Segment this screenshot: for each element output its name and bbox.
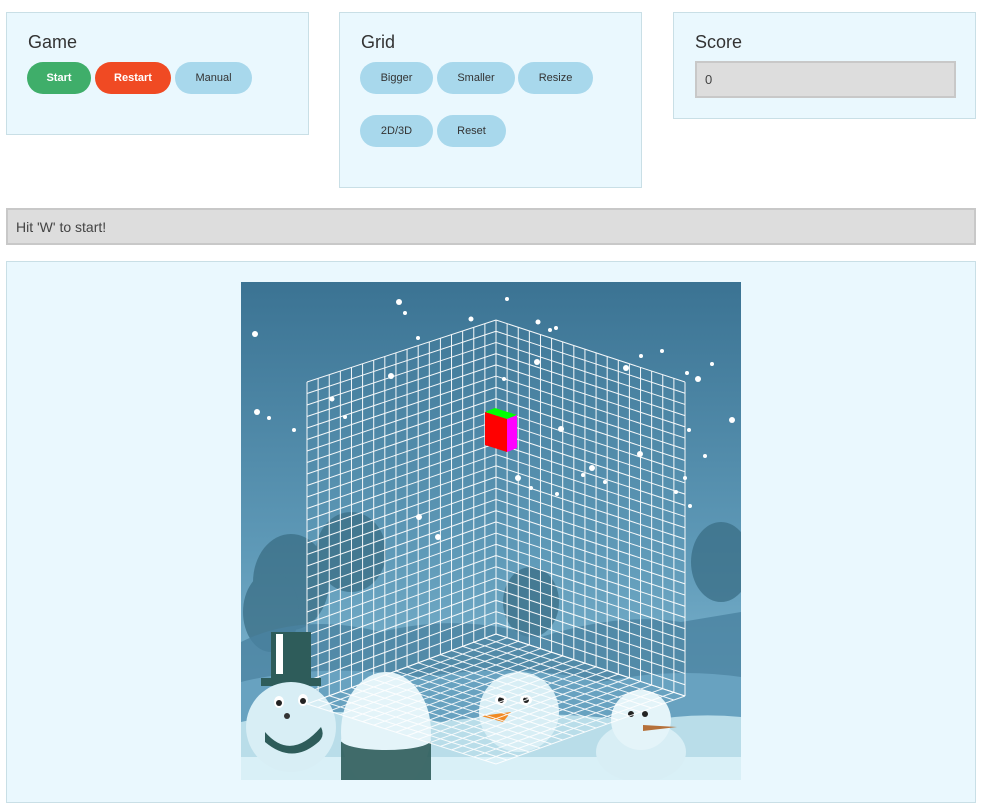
reset-button[interactable]: Reset [437,115,506,147]
grid-heading: Grid [361,32,396,52]
grid-panel: Grid Bigger Smaller Resize 2D/3D Reset [339,12,642,188]
game-heading: Game [28,32,78,52]
smaller-button[interactable]: Smaller [437,62,515,94]
falling-piece [485,408,517,452]
start-button[interactable]: Start [27,62,91,94]
game-scene [241,282,741,780]
score-heading: Score [695,32,743,52]
game-board-panel [6,261,976,803]
game-panel: Game Start Restart Manual [6,12,309,135]
status-bar: Hit 'W' to start! [6,208,976,245]
restart-button[interactable]: Restart [95,62,171,94]
resize-button[interactable]: Resize [518,62,593,94]
bigger-button[interactable]: Bigger [360,62,433,94]
toggle-2d-3d-button[interactable]: 2D/3D [360,115,433,147]
manual-button[interactable]: Manual [175,62,252,94]
game-canvas[interactable] [241,282,741,780]
score-display: 0 [695,61,956,98]
score-panel: Score 0 [673,12,976,119]
